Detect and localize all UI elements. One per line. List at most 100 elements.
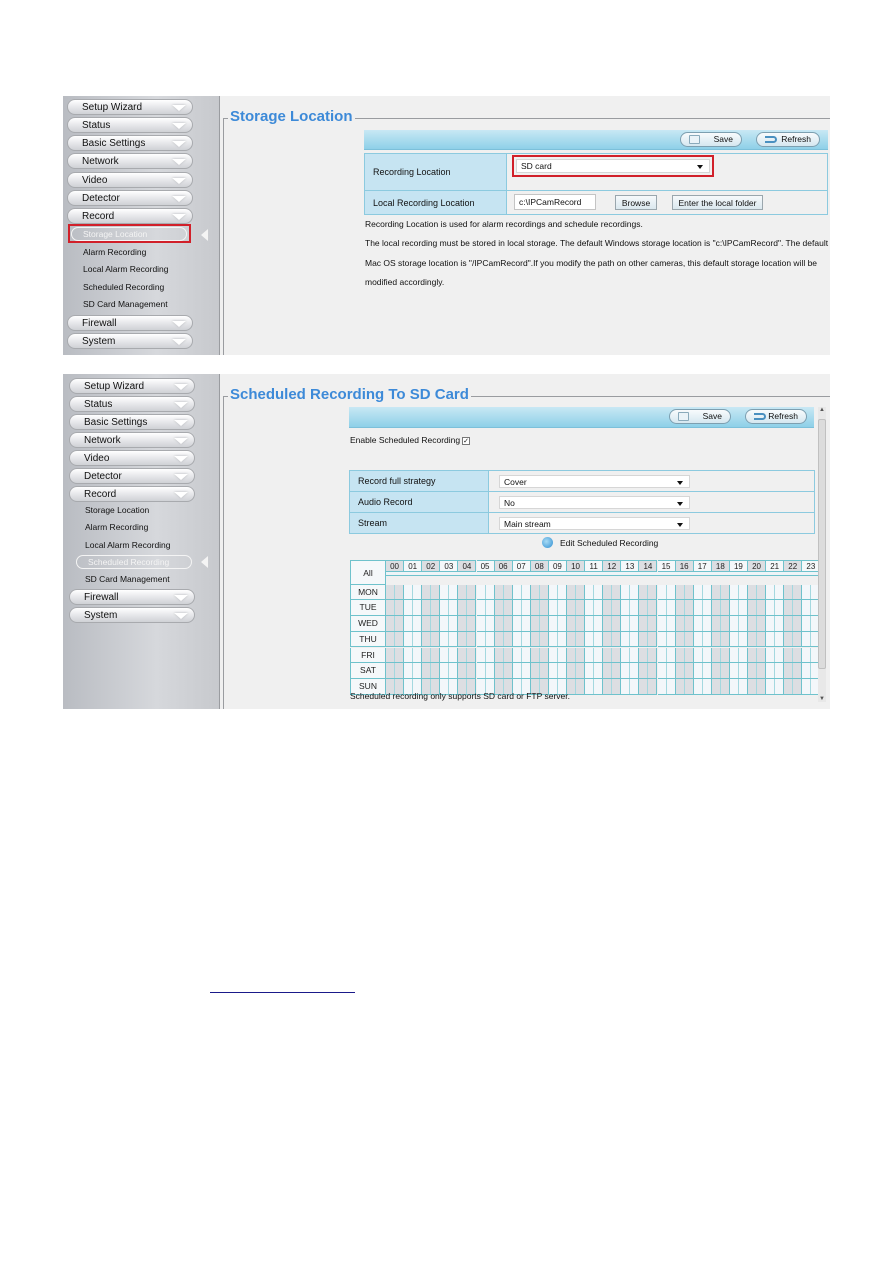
submenu-sd-card-management[interactable]: SD Card Management (85, 573, 170, 585)
schedule-cell[interactable] (386, 616, 405, 632)
schedule-cell[interactable] (585, 631, 604, 648)
day-label-sat[interactable]: SAT (350, 663, 386, 679)
save-button[interactable]: Save (680, 132, 742, 147)
schedule-cell[interactable] (512, 600, 531, 617)
hour-header-00[interactable]: 00 (386, 560, 405, 572)
submenu-alarm-recording[interactable]: Alarm Recording (85, 521, 148, 533)
schedule-cell[interactable] (711, 631, 730, 648)
menu-video[interactable]: Video (69, 450, 195, 466)
schedule-cell[interactable] (386, 631, 405, 648)
schedule-cell[interactable] (512, 631, 531, 648)
scroll-up-icon[interactable]: ▲ (819, 407, 825, 413)
schedule-cell[interactable] (548, 631, 567, 648)
hour-header-09[interactable]: 09 (548, 560, 567, 572)
menu-status[interactable]: Status (67, 117, 193, 133)
schedule-cell[interactable] (711, 678, 730, 695)
schedule-cell[interactable] (548, 600, 567, 617)
day-label-wed[interactable]: WED (350, 616, 386, 632)
schedule-cell[interactable] (693, 584, 712, 601)
schedule-cell[interactable] (784, 663, 803, 679)
hour-header-16[interactable]: 16 (675, 560, 694, 572)
schedule-cell[interactable] (621, 678, 640, 695)
schedule-cell[interactable] (548, 663, 567, 679)
schedule-cell[interactable] (512, 663, 531, 679)
schedule-cell[interactable] (404, 663, 423, 679)
schedule-cell[interactable] (657, 663, 676, 679)
schedule-cell[interactable] (530, 616, 549, 632)
schedule-cell[interactable] (567, 647, 586, 664)
schedule-cell[interactable] (621, 616, 640, 632)
schedule-cell[interactable] (530, 600, 549, 617)
schedule-cell[interactable] (675, 631, 694, 648)
schedule-cell[interactable] (657, 616, 676, 632)
schedule-cell[interactable] (711, 584, 730, 601)
hour-header-14[interactable]: 14 (639, 560, 658, 572)
hour-header-11[interactable]: 11 (585, 560, 604, 572)
schedule-cell[interactable] (585, 584, 604, 601)
hour-header-19[interactable]: 19 (729, 560, 748, 572)
schedule-cell[interactable] (440, 616, 459, 632)
schedule-cell[interactable] (675, 600, 694, 617)
schedule-cell[interactable] (494, 600, 513, 617)
schedule-cell[interactable] (476, 631, 495, 648)
schedule-cell[interactable] (766, 631, 785, 648)
schedule-cell[interactable] (585, 663, 604, 679)
hour-header-10[interactable]: 10 (567, 560, 586, 572)
schedule-cell[interactable] (711, 663, 730, 679)
schedule-cell[interactable] (675, 663, 694, 679)
scroll-down-icon[interactable]: ▼ (819, 696, 825, 702)
schedule-cell[interactable] (404, 616, 423, 632)
hyperlink-underline[interactable] (210, 992, 355, 993)
schedule-cell[interactable] (693, 600, 712, 617)
schedule-cell[interactable] (657, 678, 676, 695)
schedule-cell[interactable] (657, 584, 676, 601)
refresh-button[interactable]: Refresh (745, 409, 807, 424)
day-label-tue[interactable]: TUE (350, 600, 386, 617)
menu-network[interactable]: Network (67, 153, 193, 169)
menu-detector[interactable]: Detector (69, 468, 195, 484)
submenu-scheduled-recording[interactable]: Scheduled Recording (83, 281, 164, 293)
schedule-cell[interactable] (476, 600, 495, 617)
schedule-cell[interactable] (548, 616, 567, 632)
schedule-cell[interactable] (639, 663, 658, 679)
schedule-cell[interactable] (766, 647, 785, 664)
hour-header-02[interactable]: 02 (422, 560, 441, 572)
menu-status[interactable]: Status (69, 396, 195, 412)
hour-header-13[interactable]: 13 (621, 560, 640, 572)
hour-header-17[interactable]: 17 (693, 560, 712, 572)
record-full-strategy-select[interactable]: Cover (499, 475, 690, 488)
schedule-cell[interactable] (458, 600, 477, 617)
schedule-cell[interactable] (766, 584, 785, 601)
schedule-cell[interactable] (766, 616, 785, 632)
schedule-cell[interactable] (440, 600, 459, 617)
schedule-cell[interactable] (585, 616, 604, 632)
schedule-cell[interactable] (458, 663, 477, 679)
schedule-cell[interactable] (440, 663, 459, 679)
schedule-cell[interactable] (693, 631, 712, 648)
schedule-cell[interactable] (766, 600, 785, 617)
menu-firewall[interactable]: Firewall (69, 589, 195, 605)
schedule-cell[interactable] (494, 663, 513, 679)
schedule-cell[interactable] (639, 631, 658, 648)
schedule-cell[interactable] (657, 631, 676, 648)
schedule-cell[interactable] (512, 616, 531, 632)
menu-setup-wizard[interactable]: Setup Wizard (67, 99, 193, 115)
schedule-cell[interactable] (711, 616, 730, 632)
day-label-thu[interactable]: THU (350, 631, 386, 648)
stream-select[interactable]: Main stream (499, 517, 690, 530)
schedule-cell[interactable] (422, 600, 441, 617)
schedule-cell[interactable] (621, 631, 640, 648)
schedule-cell[interactable] (784, 647, 803, 664)
schedule-cell[interactable] (567, 663, 586, 679)
day-label-mon[interactable]: MON (350, 584, 386, 601)
menu-record[interactable]: Record (67, 208, 193, 224)
schedule-cell[interactable] (657, 647, 676, 664)
menu-system[interactable]: System (67, 333, 193, 349)
schedule-cell[interactable] (603, 600, 622, 617)
hour-header-22[interactable]: 22 (784, 560, 803, 572)
schedule-cell[interactable] (440, 584, 459, 601)
schedule-cell[interactable] (476, 663, 495, 679)
schedule-cell[interactable] (784, 616, 803, 632)
schedule-cell[interactable] (711, 647, 730, 664)
schedule-cell[interactable] (458, 616, 477, 632)
